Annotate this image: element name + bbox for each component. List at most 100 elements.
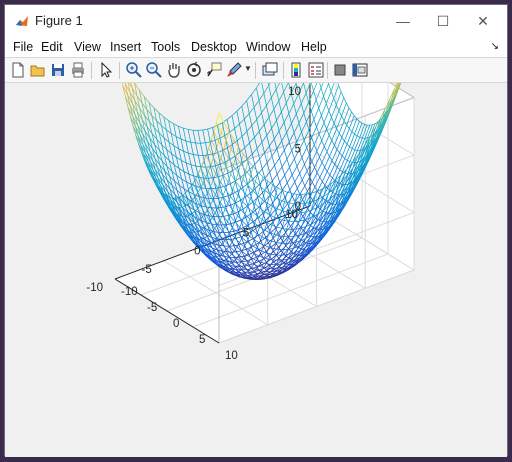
mesh-segment [249, 107, 254, 113]
brush-icon[interactable] [225, 61, 243, 79]
figure-canvas[interactable]: 051015-10-50510-10-50510 [5, 83, 507, 457]
save-icon[interactable] [49, 61, 67, 79]
menu-insert[interactable]: Insert [110, 40, 141, 54]
mesh-segment [188, 129, 191, 142]
mesh-segment [216, 113, 219, 123]
mesh-segment [235, 152, 240, 156]
menu-help[interactable]: Help [301, 40, 327, 54]
mesh-segment [186, 141, 191, 142]
mesh-segment [284, 123, 287, 133]
pointer-icon[interactable] [97, 61, 115, 79]
mesh-segment [282, 132, 287, 140]
mesh-segment [250, 137, 255, 143]
mesh-segment [254, 131, 259, 137]
title-bar[interactable]: Figure 1 — ☐ ✕ [5, 5, 507, 37]
mesh-segment [247, 95, 252, 101]
mesh-segment [287, 132, 290, 141]
mesh-segment [208, 128, 213, 130]
mesh-segment [291, 123, 294, 132]
mesh-segment [256, 88, 259, 101]
mesh-segment [194, 176, 199, 177]
mesh-segment [199, 196, 204, 197]
menu-window[interactable]: Window [246, 40, 290, 54]
mesh-segment [213, 217, 218, 224]
mesh-segment [269, 117, 272, 128]
close-button[interactable]: ✕ [463, 5, 503, 37]
mesh-segment [204, 236, 207, 238]
mesh-segment [242, 101, 247, 107]
open-folder-icon[interactable] [29, 61, 47, 79]
mesh-segment [254, 137, 257, 148]
x-tick-label: -5 [147, 302, 157, 314]
toolbar-separator [119, 62, 120, 79]
mesh-segment [178, 126, 181, 139]
legend-icon[interactable] [307, 61, 325, 79]
mesh-segment [174, 124, 177, 137]
mesh-segment [178, 126, 183, 128]
surface-plot-axes[interactable]: 051015-10-50510-10-50510 [5, 83, 509, 457]
colorbar-icon[interactable] [287, 61, 305, 79]
menu-view[interactable]: View [74, 40, 101, 54]
mesh-segment [252, 88, 257, 95]
mesh-segment [214, 232, 219, 233]
y-tick-label: -10 [86, 282, 103, 294]
mesh-segment [274, 109, 277, 120]
mesh-segment [244, 113, 249, 119]
mesh-segment [239, 119, 244, 124]
mesh-segment [200, 143, 203, 155]
show-plot-tools-icon[interactable] [351, 61, 369, 79]
data-cursor-icon[interactable] [205, 61, 223, 79]
mesh-segment [274, 139, 277, 149]
brush-dropdown-icon[interactable]: ▼ [244, 64, 252, 73]
mesh-segment [247, 101, 250, 114]
mesh-segment [257, 142, 262, 148]
mesh-segment [269, 109, 274, 117]
mesh-segment [284, 92, 287, 103]
mesh-segment [206, 189, 209, 199]
minimize-button[interactable]: — [383, 5, 423, 37]
menu-tools[interactable]: Tools [151, 40, 180, 54]
zoom-out-icon[interactable] [145, 61, 163, 79]
x-tick-label: 5 [199, 334, 205, 346]
toolbar-separator [91, 62, 92, 79]
mesh-segment [276, 89, 279, 101]
hide-plot-tools-icon[interactable] [331, 61, 349, 79]
print-icon[interactable] [69, 61, 87, 79]
mesh-segment [287, 123, 292, 132]
maximize-button[interactable]: ☐ [423, 5, 463, 37]
menu-edit[interactable]: Edit [41, 40, 63, 54]
mesh-segment [120, 83, 123, 86]
mesh-segment [254, 101, 259, 108]
mesh-segment [301, 104, 304, 113]
mesh-segment [277, 112, 282, 120]
mesh-segment [196, 143, 199, 155]
menu-desktop[interactable]: Desktop [191, 40, 237, 54]
mesh-segment [193, 130, 196, 143]
mesh-segment [274, 131, 279, 139]
mesh-segment [237, 136, 242, 140]
mesh-segment [198, 188, 201, 192]
mesh-segment [259, 125, 264, 132]
rotate-3d-icon[interactable] [185, 61, 203, 79]
y-tick-label: -5 [142, 264, 152, 276]
zoom-in-icon[interactable] [125, 61, 143, 79]
toolbar-separator [255, 62, 256, 79]
link-plot-icon[interactable] [261, 61, 279, 79]
z-tick-label: 5 [295, 144, 301, 156]
mesh-segment [188, 153, 191, 165]
mesh-segment [271, 89, 276, 97]
mesh-segment [299, 113, 304, 123]
mesh-segment [191, 165, 194, 176]
mesh-segment [181, 139, 186, 141]
mesh-segment [277, 120, 280, 131]
dock-arrow-icon[interactable]: ↘ [491, 41, 499, 52]
mesh-segment [257, 120, 260, 132]
mesh-segment [217, 123, 222, 126]
toolbar-separator [283, 62, 284, 79]
mesh-segment [296, 114, 299, 123]
y-tick-label: 0 [194, 246, 200, 258]
new-figure-icon[interactable] [9, 61, 27, 79]
menu-file[interactable]: File [13, 40, 33, 54]
pan-hand-icon[interactable] [165, 61, 183, 79]
matlab-icon [15, 14, 29, 28]
